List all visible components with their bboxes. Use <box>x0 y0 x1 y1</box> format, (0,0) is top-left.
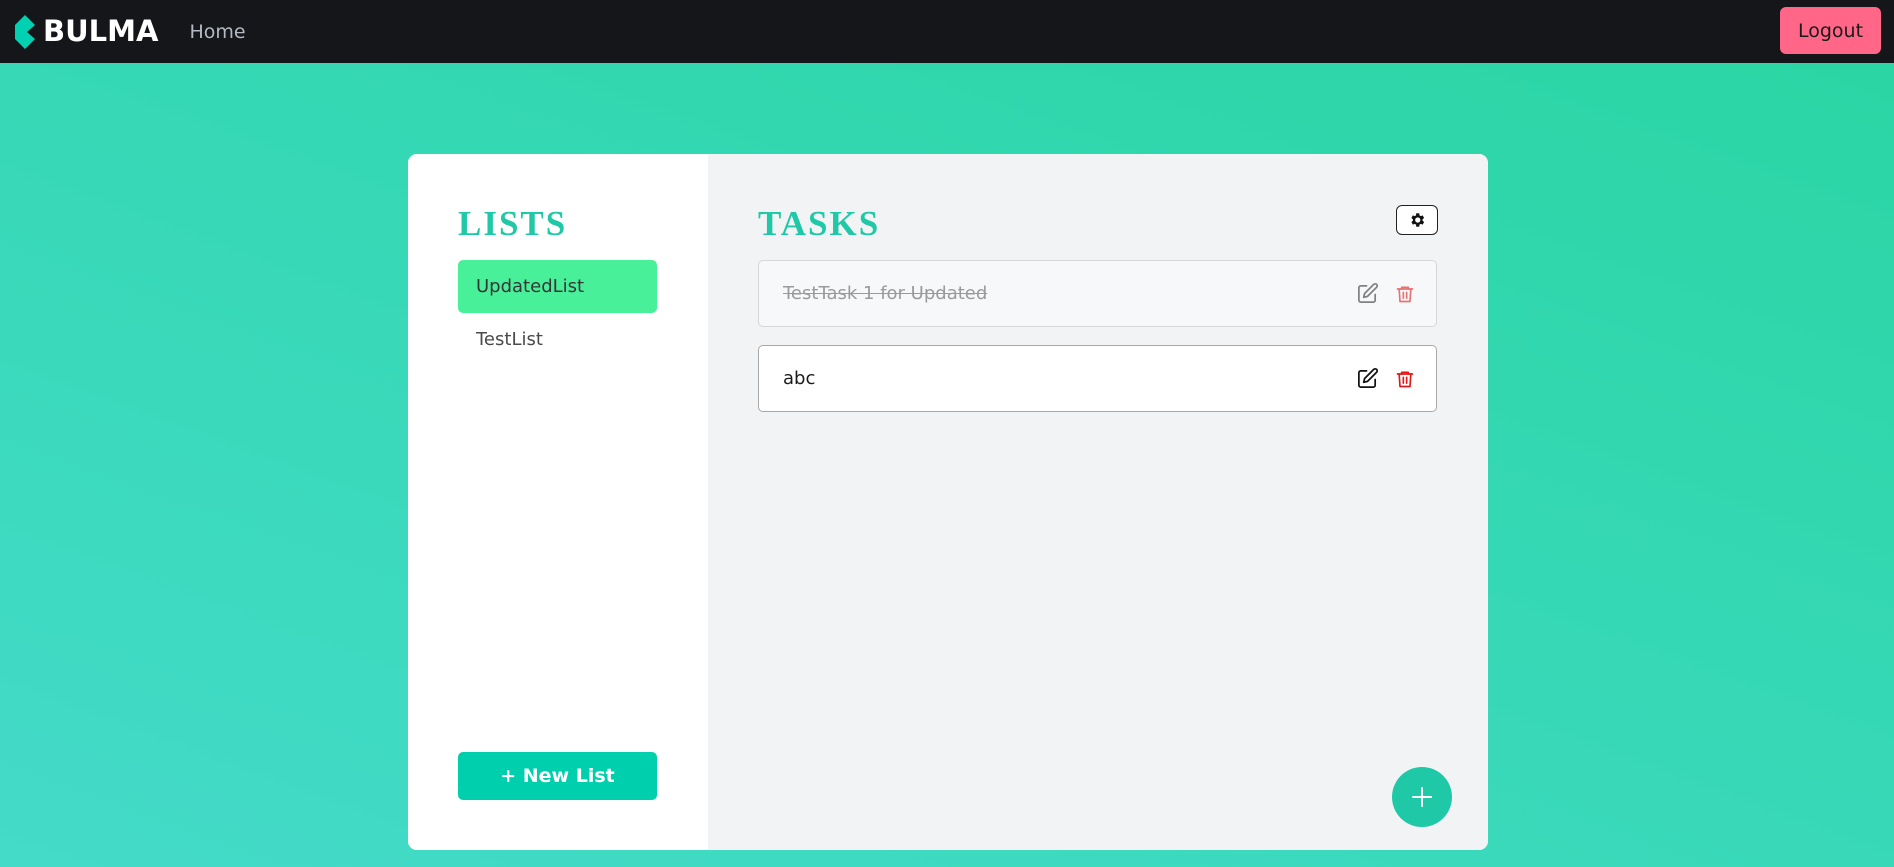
task-label: abc <box>783 368 816 389</box>
plus-icon <box>1412 787 1432 807</box>
bulma-logo-icon <box>15 14 35 49</box>
trash-icon <box>1396 371 1414 387</box>
task-item-completed[interactable]: TestTask 1 for Updated <box>758 260 1437 327</box>
brand-name: BULMA <box>43 14 159 48</box>
pencil-square-icon <box>1357 368 1378 388</box>
list-item-testlist[interactable]: TestList <box>458 313 657 366</box>
top-navbar: BULMA Home Logout <box>0 0 1894 63</box>
add-task-button[interactable] <box>1392 767 1452 827</box>
list-item-updatedlist[interactable]: UpdatedList <box>458 260 657 313</box>
edit-task-button[interactable] <box>1354 281 1380 307</box>
delete-task-button[interactable] <box>1392 366 1418 392</box>
tasks-panel: TASKS TestTask 1 for Updated abc <box>708 154 1488 850</box>
task-actions <box>1354 346 1418 411</box>
delete-task-button[interactable] <box>1392 281 1418 307</box>
todo-card: LISTS UpdatedList TestList + New List TA… <box>408 154 1488 850</box>
trash-icon <box>1396 286 1414 302</box>
pencil-square-icon <box>1357 283 1378 303</box>
brand[interactable]: BULMA <box>13 0 158 63</box>
task-label: TestTask 1 for Updated <box>783 283 988 304</box>
tasks-title: TASKS <box>758 204 881 243</box>
lists-title: LISTS <box>458 204 568 243</box>
new-list-button[interactable]: + New List <box>458 752 657 800</box>
nav-home-link[interactable]: Home <box>189 21 245 43</box>
edit-task-button[interactable] <box>1354 366 1380 392</box>
gear-icon <box>1411 213 1425 227</box>
task-actions <box>1354 261 1418 326</box>
task-item-open[interactable]: abc <box>758 345 1437 412</box>
logout-button[interactable]: Logout <box>1780 7 1881 54</box>
lists-panel: LISTS UpdatedList TestList + New List <box>408 154 708 850</box>
settings-button[interactable] <box>1396 205 1438 235</box>
